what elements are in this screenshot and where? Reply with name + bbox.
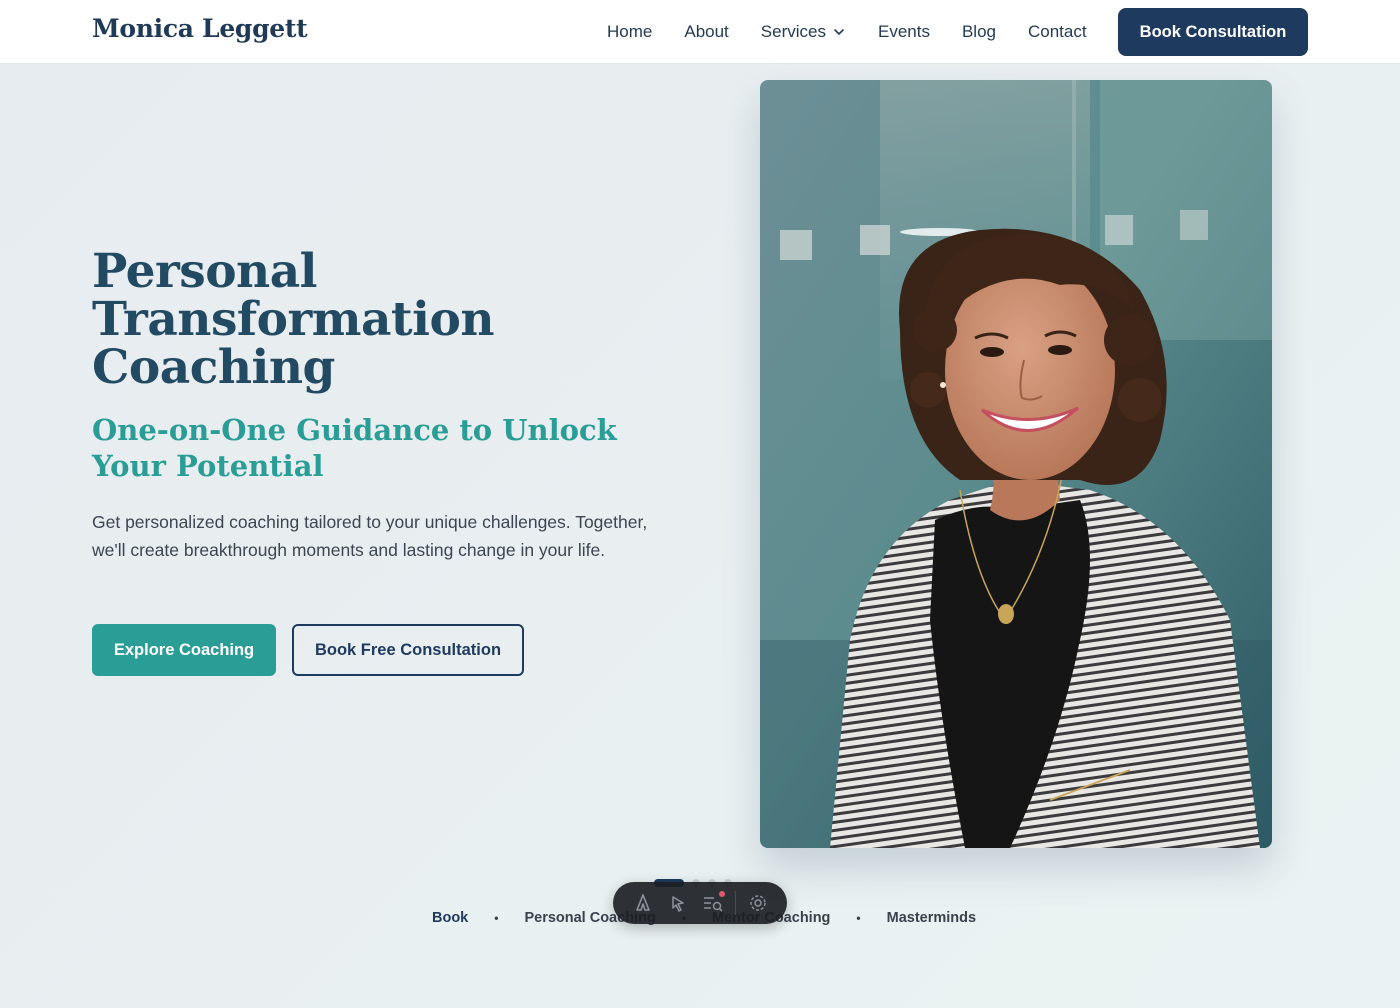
hero-portrait-image (760, 80, 1272, 848)
nav-links: Home About Services Events Blog Contact (607, 0, 1087, 64)
book-free-consultation-button[interactable]: Book Free Consultation (292, 624, 524, 676)
top-nav: Monica Leggett Home About Services Event… (0, 0, 1400, 64)
settings-icon[interactable] (745, 890, 771, 916)
nav-link-blog[interactable]: Blog (962, 22, 996, 42)
quick-link-book[interactable]: Book (432, 910, 468, 926)
separator-bullet: • (856, 911, 861, 925)
cursor-icon[interactable] (665, 890, 691, 916)
site-logo[interactable]: Monica Leggett (92, 14, 308, 43)
nav-link-services[interactable]: Services (761, 22, 846, 42)
explore-coaching-button[interactable]: Explore Coaching (92, 624, 276, 676)
hero-subtitle: One-on-One Guidance to Unlock Your Poten… (92, 413, 617, 483)
notification-badge (718, 891, 725, 897)
nav-link-about[interactable]: About (684, 22, 728, 42)
toolbar-divider (734, 891, 736, 915)
dev-toolbar (613, 882, 787, 924)
nav-link-contact[interactable]: Contact (1028, 22, 1087, 42)
portrait-illustration (760, 80, 1272, 848)
nav-link-home[interactable]: Home (607, 22, 652, 42)
quick-link-masterminds[interactable]: Masterminds (887, 910, 976, 926)
astro-icon[interactable] (630, 890, 656, 916)
hero-title: Personal Transformation Coaching (92, 244, 495, 395)
chevron-down-icon (834, 29, 844, 35)
audit-icon[interactable] (700, 890, 726, 916)
nav-link-events[interactable]: Events (878, 22, 930, 42)
nav-link-services-label: Services (760, 22, 826, 41)
separator-bullet: • (494, 911, 499, 925)
book-consultation-button[interactable]: Book Consultation (1118, 8, 1308, 56)
hero-description: Get personalized coaching tailored to yo… (92, 512, 648, 560)
